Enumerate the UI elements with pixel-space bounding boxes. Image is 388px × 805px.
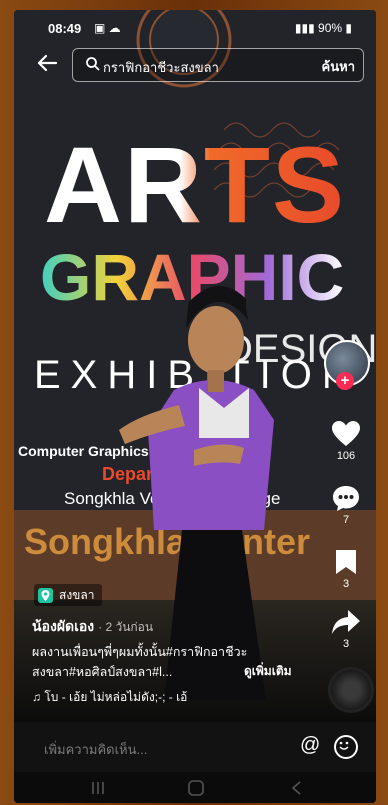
location-tag[interactable]: สงขลา: [34, 584, 103, 606]
status-bar: 08:49 ▣ ☁ ▮▮▮ 90% ▮: [14, 10, 376, 44]
mention-icon[interactable]: @: [300, 734, 320, 757]
music-disc-icon[interactable]: [328, 667, 374, 713]
search-icon: [86, 57, 100, 71]
author-name[interactable]: น้องผัดเอง: [32, 618, 94, 634]
like-count: 106: [336, 450, 356, 462]
share-count: 3: [342, 638, 350, 650]
battery-level: 90%: [318, 21, 343, 35]
recent-apps-icon[interactable]: [90, 780, 106, 796]
phone-screen: ARTS GRAPHIC DESIGN EXHIBITION Computer …: [14, 10, 376, 803]
poster-arts: ARTS: [44, 124, 346, 245]
back-arrow-icon[interactable]: [36, 52, 62, 78]
save-button[interactable]: 3: [316, 548, 376, 590]
location-label: สงขลา: [59, 587, 95, 602]
video-player[interactable]: ARTS GRAPHIC DESIGN EXHIBITION Computer …: [14, 10, 376, 722]
follow-plus-icon[interactable]: +: [336, 372, 354, 390]
see-more-link[interactable]: ดูเพิ่มเติม: [244, 662, 292, 681]
location-pin-icon: [38, 587, 53, 603]
music-label[interactable]: ♫ โบ - เอ้ย ไม่หล่อไม่ดัง;-; - เอ้: [32, 688, 302, 707]
heart-icon: [332, 421, 360, 446]
top-bar: กราฟิกอาชีวะสงขลา ค้นหา: [14, 48, 376, 84]
comment-count: 7: [342, 514, 350, 526]
back-icon[interactable]: [290, 780, 304, 796]
search-button[interactable]: ค้นหา: [322, 56, 355, 77]
search-query[interactable]: กราฟิกอาชีวะสงขลา: [103, 57, 219, 78]
caption-line-1: ผลงานเพื่อนๆพี่ๆผมทั้งนั้น#กราฟิกอาชีวะ: [32, 645, 248, 659]
battery-icon: ▮: [345, 21, 352, 35]
signal-icon: ▮▮▮: [294, 21, 315, 35]
search-box[interactable]: กราฟิกอาชีวะสงขลา ค้นหา: [72, 48, 364, 82]
home-icon[interactable]: [187, 779, 205, 797]
share-button[interactable]: 3: [316, 608, 376, 650]
status-right: ▮▮▮ 90% ▮: [295, 21, 352, 35]
comment-input[interactable]: เพิ่มความคิดเห็น...: [44, 739, 147, 760]
status-time: 08:49: [48, 21, 82, 36]
post-info: น้องผัดเอง · 2 วันก่อน ผลงานเพื่อนๆพี่ๆผม…: [32, 616, 302, 707]
save-count: 3: [342, 578, 350, 590]
comment-button[interactable]: 7: [316, 484, 376, 526]
emoji-icon[interactable]: [334, 735, 358, 759]
bookmark-icon: [336, 550, 356, 574]
share-icon: [332, 610, 360, 634]
notification-icons: ▣ ☁: [94, 21, 121, 35]
system-nav-bar: [14, 772, 376, 803]
comment-bar[interactable]: เพิ่มความคิดเห็น... @: [14, 722, 376, 772]
like-button[interactable]: 106: [316, 420, 376, 462]
post-time: · 2 วันก่อน: [98, 620, 154, 634]
comment-icon: [333, 486, 359, 511]
